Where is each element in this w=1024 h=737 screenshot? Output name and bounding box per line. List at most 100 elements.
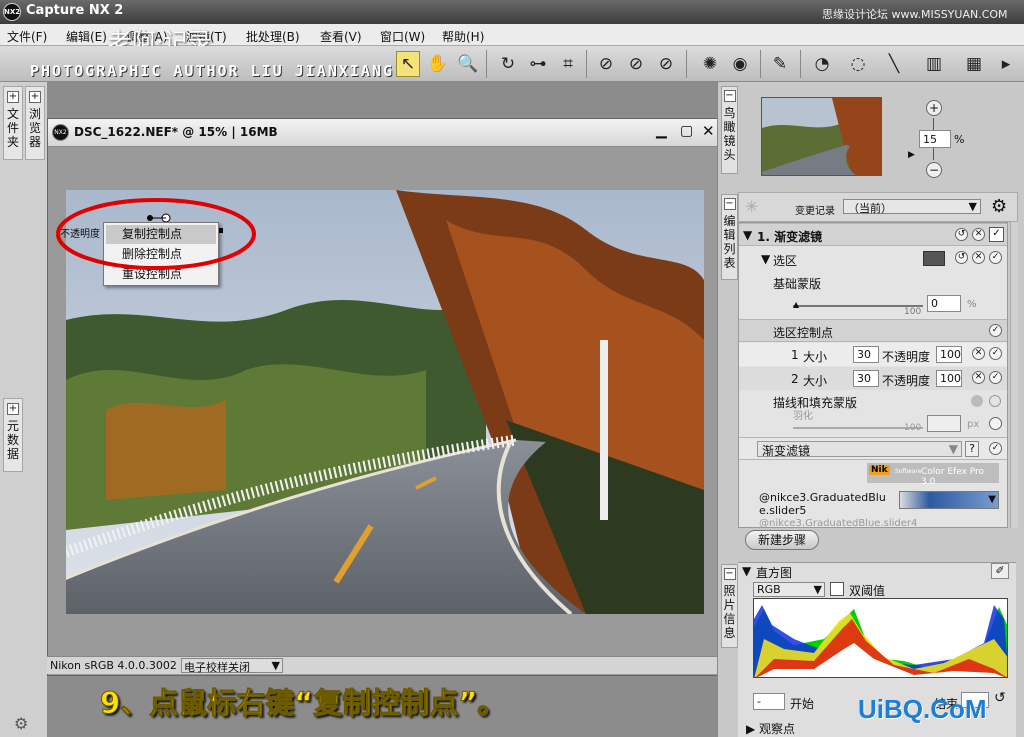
soft-proof-select[interactable]: 电子校样关闭 ▼ bbox=[181, 658, 283, 674]
remove-icon[interactable]: ✕ bbox=[972, 347, 985, 360]
zoom-slider-handle-icon[interactable]: ▶ bbox=[908, 150, 915, 160]
base-mask-label: 基础蒙版 bbox=[773, 277, 822, 291]
neutral-point-icon[interactable]: ⊘ bbox=[624, 51, 648, 77]
brush-tool-icon[interactable]: ╲ bbox=[882, 51, 906, 77]
edit-list-header: ✳ 变更记录 （当前） ▼ ⚙ bbox=[738, 192, 1018, 222]
watch-points-toggle[interactable]: ▶ 观察点 bbox=[746, 720, 795, 737]
filter-row: 渐变滤镜 ▼ ? ✓ bbox=[739, 437, 1007, 460]
red-eye-icon[interactable]: ✺ bbox=[698, 51, 722, 77]
check-icon[interactable]: ✓ bbox=[989, 324, 1002, 337]
eye-icon[interactable]: ◉ bbox=[728, 51, 752, 77]
check-icon[interactable]: ✓ bbox=[989, 347, 1002, 360]
zoom-tool-icon[interactable]: 🔍 bbox=[456, 51, 480, 77]
reset-histogram-icon[interactable]: ↺ bbox=[994, 690, 1006, 706]
mask-thumbnail[interactable] bbox=[923, 251, 945, 266]
fill-tool-icon[interactable]: ▦ bbox=[962, 51, 986, 77]
remove-icon[interactable]: ✕ bbox=[972, 251, 985, 264]
control-point-row[interactable]: 2 大小 30 不透明度 100 ✕ ✓ bbox=[739, 367, 1007, 390]
zoom-out-icon[interactable]: − bbox=[926, 162, 942, 178]
start-field[interactable]: - bbox=[753, 693, 785, 710]
nik-logo: Nik bbox=[869, 465, 890, 475]
tab-edit-list[interactable]: − 编辑列表 bbox=[721, 194, 738, 280]
black-point-icon[interactable]: ⊘ bbox=[594, 51, 618, 77]
straighten-tool-icon[interactable]: ⊶ bbox=[526, 51, 550, 77]
history-label: 变更记录 bbox=[795, 206, 835, 217]
tab-browser[interactable]: + 浏览器 bbox=[25, 86, 45, 160]
menu-window[interactable]: 窗口(W) bbox=[380, 28, 425, 45]
slider-handle-icon[interactable]: ▲ bbox=[793, 300, 799, 309]
eyedropper-icon[interactable]: ✐ bbox=[991, 563, 1009, 579]
remove-icon[interactable]: ✕ bbox=[972, 371, 985, 384]
direct-select-tool-icon[interactable]: ↖ bbox=[396, 51, 420, 77]
menu-view[interactable]: 查看(V) bbox=[320, 28, 362, 45]
close-icon[interactable]: ✕ bbox=[702, 122, 715, 140]
tab-birdseye[interactable]: − 鸟瞰镜头 bbox=[721, 86, 738, 174]
control-point-row[interactable]: 1 大小 30 不透明度 100 ✕ ✓ bbox=[739, 343, 1007, 366]
site-watermark: 思缘设计论坛 www.MISSYUAN.COM bbox=[822, 8, 1008, 21]
document-title-bar[interactable]: NX2 DSC_1622.NEF* @ 15% | 16MB ▁ ▢ ✕ bbox=[48, 119, 718, 147]
plugin-banner: Nik Software Color Efex Pro 3.0 bbox=[867, 463, 999, 487]
reset-icon[interactable]: ↺ bbox=[955, 228, 968, 241]
check-icon[interactable]: ✓ bbox=[989, 371, 1002, 384]
cp-opacity-field[interactable]: 100 bbox=[936, 370, 962, 387]
history-select[interactable]: （当前） ▼ bbox=[843, 199, 981, 215]
menu-batch[interactable]: 批处理(B) bbox=[246, 28, 300, 45]
app-title: Capture NX 2 bbox=[26, 3, 124, 18]
radio-icon[interactable] bbox=[971, 395, 983, 407]
gradient-preset-select[interactable]: ▼ bbox=[899, 491, 999, 509]
histogram-title: 直方图 bbox=[756, 566, 793, 580]
edit-list-scrollbar[interactable] bbox=[1010, 222, 1018, 528]
reset-icon[interactable]: ↺ bbox=[955, 251, 968, 264]
color-control-point-icon[interactable]: ◔ bbox=[810, 51, 834, 77]
new-step-button[interactable]: 新建步骤 bbox=[745, 530, 819, 550]
radio-icon[interactable] bbox=[989, 395, 1001, 407]
step-enable-checkbox[interactable]: ✓ bbox=[989, 227, 1004, 242]
cp-size-field[interactable]: 30 bbox=[853, 346, 879, 363]
crop-tool-icon[interactable]: ⌗ bbox=[556, 51, 580, 77]
lasso-tool-icon[interactable]: ◌ bbox=[846, 51, 870, 77]
selection-label: 选区 bbox=[773, 254, 798, 268]
histogram-chart[interactable] bbox=[753, 598, 1008, 678]
check-icon[interactable]: ✓ bbox=[989, 251, 1002, 264]
cp-size-field[interactable]: 30 bbox=[853, 370, 879, 387]
minimize-icon[interactable]: ▁ bbox=[656, 123, 667, 139]
feather-field[interactable] bbox=[927, 415, 961, 432]
gradient-tool-icon[interactable]: ▥ bbox=[922, 51, 946, 77]
tab-photo-info[interactable]: − 照片信息 bbox=[721, 564, 738, 648]
step-header[interactable]: ▼ 1. 渐变滤镜 ↺ ✕ ✓ bbox=[739, 223, 1007, 246]
settings-gear-icon[interactable]: ⚙ bbox=[991, 196, 1007, 217]
threshold-checkbox[interactable] bbox=[830, 582, 844, 596]
highlight-ring bbox=[56, 198, 256, 270]
menu-file[interactable]: 文件(F) bbox=[7, 28, 47, 45]
channel-select[interactable]: RGB ▼ bbox=[753, 582, 825, 597]
menu-help[interactable]: 帮助(H) bbox=[442, 28, 484, 45]
rotate-tool-icon[interactable]: ↻ bbox=[496, 51, 520, 77]
check-icon[interactable]: ✓ bbox=[989, 442, 1002, 455]
threshold-label: 双阈值 bbox=[849, 584, 886, 598]
cp-opacity-field[interactable]: 100 bbox=[936, 346, 962, 363]
zoom-in-icon[interactable]: + bbox=[926, 100, 942, 116]
filter-select[interactable]: 渐变滤镜 ▼ bbox=[757, 441, 962, 458]
step-title: 1. 渐变滤镜 bbox=[757, 230, 823, 244]
menu-edit[interactable]: 编辑(E) bbox=[66, 28, 107, 45]
control-points-header[interactable]: 选区控制点 ✓ bbox=[739, 319, 1007, 342]
help-button[interactable]: ? bbox=[965, 441, 979, 457]
expand-icon[interactable]: ▸ bbox=[994, 51, 1018, 77]
base-mask-field[interactable]: 0 bbox=[927, 295, 961, 312]
settings-gear-icon[interactable]: ⚙ bbox=[14, 714, 28, 733]
remove-icon[interactable]: ✕ bbox=[972, 228, 985, 241]
tab-metadata[interactable]: + 元数据 bbox=[3, 398, 23, 472]
asterisk-icon: ✳ bbox=[745, 197, 759, 216]
selection-row[interactable]: ▼ 选区 ↺ ✕ ✓ bbox=[739, 247, 1007, 270]
white-point-icon[interactable]: ⊘ bbox=[654, 51, 678, 77]
tab-folders[interactable]: + 文件夹 bbox=[3, 86, 23, 160]
radio-icon[interactable] bbox=[989, 417, 1002, 430]
zoom-unit: % bbox=[954, 133, 965, 146]
maximize-icon[interactable]: ▢ bbox=[680, 123, 693, 139]
zoom-field[interactable]: 15 bbox=[919, 130, 951, 148]
stroke-fill-label: 描线和填充蒙版 bbox=[773, 396, 858, 410]
auto-retouch-icon[interactable]: ✎ bbox=[768, 51, 792, 77]
hand-tool-icon[interactable]: ✋ bbox=[426, 51, 450, 77]
navigator-thumbnail[interactable] bbox=[761, 97, 882, 176]
document-title: DSC_1622.NEF* @ 15% | 16MB bbox=[74, 125, 278, 139]
